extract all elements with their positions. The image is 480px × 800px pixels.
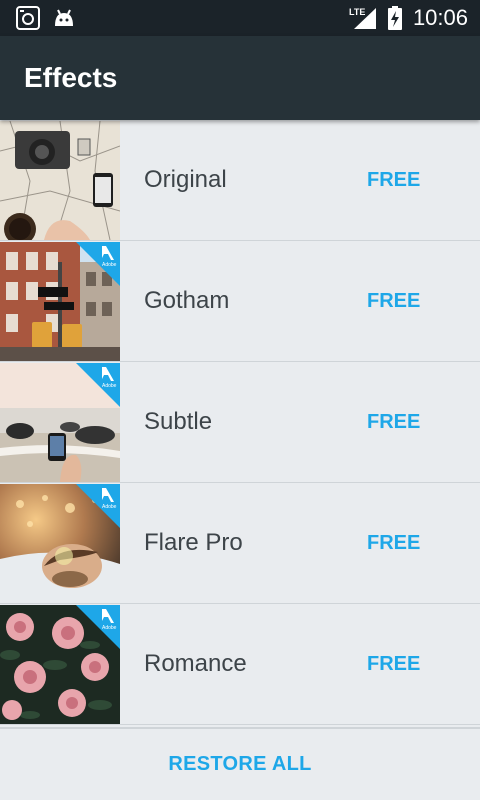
- svg-text:Adobe: Adobe: [102, 625, 117, 631]
- price-label[interactable]: FREE: [367, 652, 420, 676]
- price-label[interactable]: FREE: [367, 289, 420, 313]
- effect-row-flare-pro[interactable]: Adobe Flare Pro FREE: [0, 483, 480, 604]
- effect-row-gotham[interactable]: Adobe Gotham FREE: [0, 241, 480, 362]
- effect-thumbnail: Adobe: [0, 605, 120, 724]
- effect-thumbnail: [0, 121, 120, 240]
- restore-all-button[interactable]: RESTORE ALL: [0, 729, 480, 800]
- svg-text:LTE: LTE: [349, 7, 365, 17]
- bottom-bar: RESTORE ALL: [0, 727, 480, 800]
- adobe-badge-icon: Adobe: [76, 363, 120, 407]
- status-clock: 10:06: [412, 5, 468, 30]
- effect-row-romance[interactable]: Adobe Romance FREE: [0, 604, 480, 725]
- svg-text:Adobe: Adobe: [102, 262, 117, 268]
- price-label[interactable]: FREE: [367, 168, 420, 192]
- page-title: Effects: [24, 62, 118, 93]
- status-bar: LTE 10:06: [0, 0, 480, 36]
- price-label[interactable]: FREE: [367, 531, 420, 555]
- effects-list[interactable]: Original FREE Adobe Gotham FREE Adobe Su…: [0, 120, 480, 727]
- svg-text:Adobe: Adobe: [102, 383, 117, 389]
- lte-signal-icon: LTE: [348, 6, 378, 35]
- effect-name: Subtle: [144, 408, 213, 435]
- effect-row-subtle[interactable]: Adobe Subtle FREE: [0, 362, 480, 483]
- effect-row-original[interactable]: Original FREE: [0, 120, 480, 241]
- effect-name: Romance: [144, 650, 247, 677]
- effect-name: Original: [144, 166, 227, 193]
- adobe-badge-icon: Adobe: [76, 242, 120, 286]
- android-notification-icon: [52, 6, 76, 30]
- effect-thumbnail: Adobe: [0, 484, 120, 603]
- effect-name: Gotham: [144, 287, 230, 314]
- adobe-badge-icon: Adobe: [76, 605, 120, 649]
- effect-thumbnail: Adobe: [0, 242, 120, 361]
- camera-notification-icon: [16, 6, 40, 30]
- battery-charging-icon: [386, 6, 404, 35]
- app-bar: Effects: [0, 36, 480, 120]
- effect-thumbnail: Adobe: [0, 363, 120, 482]
- effect-name: Flare Pro: [144, 529, 243, 556]
- adobe-badge-icon: Adobe: [76, 484, 120, 528]
- price-label[interactable]: FREE: [367, 410, 420, 434]
- svg-text:Adobe: Adobe: [102, 504, 117, 510]
